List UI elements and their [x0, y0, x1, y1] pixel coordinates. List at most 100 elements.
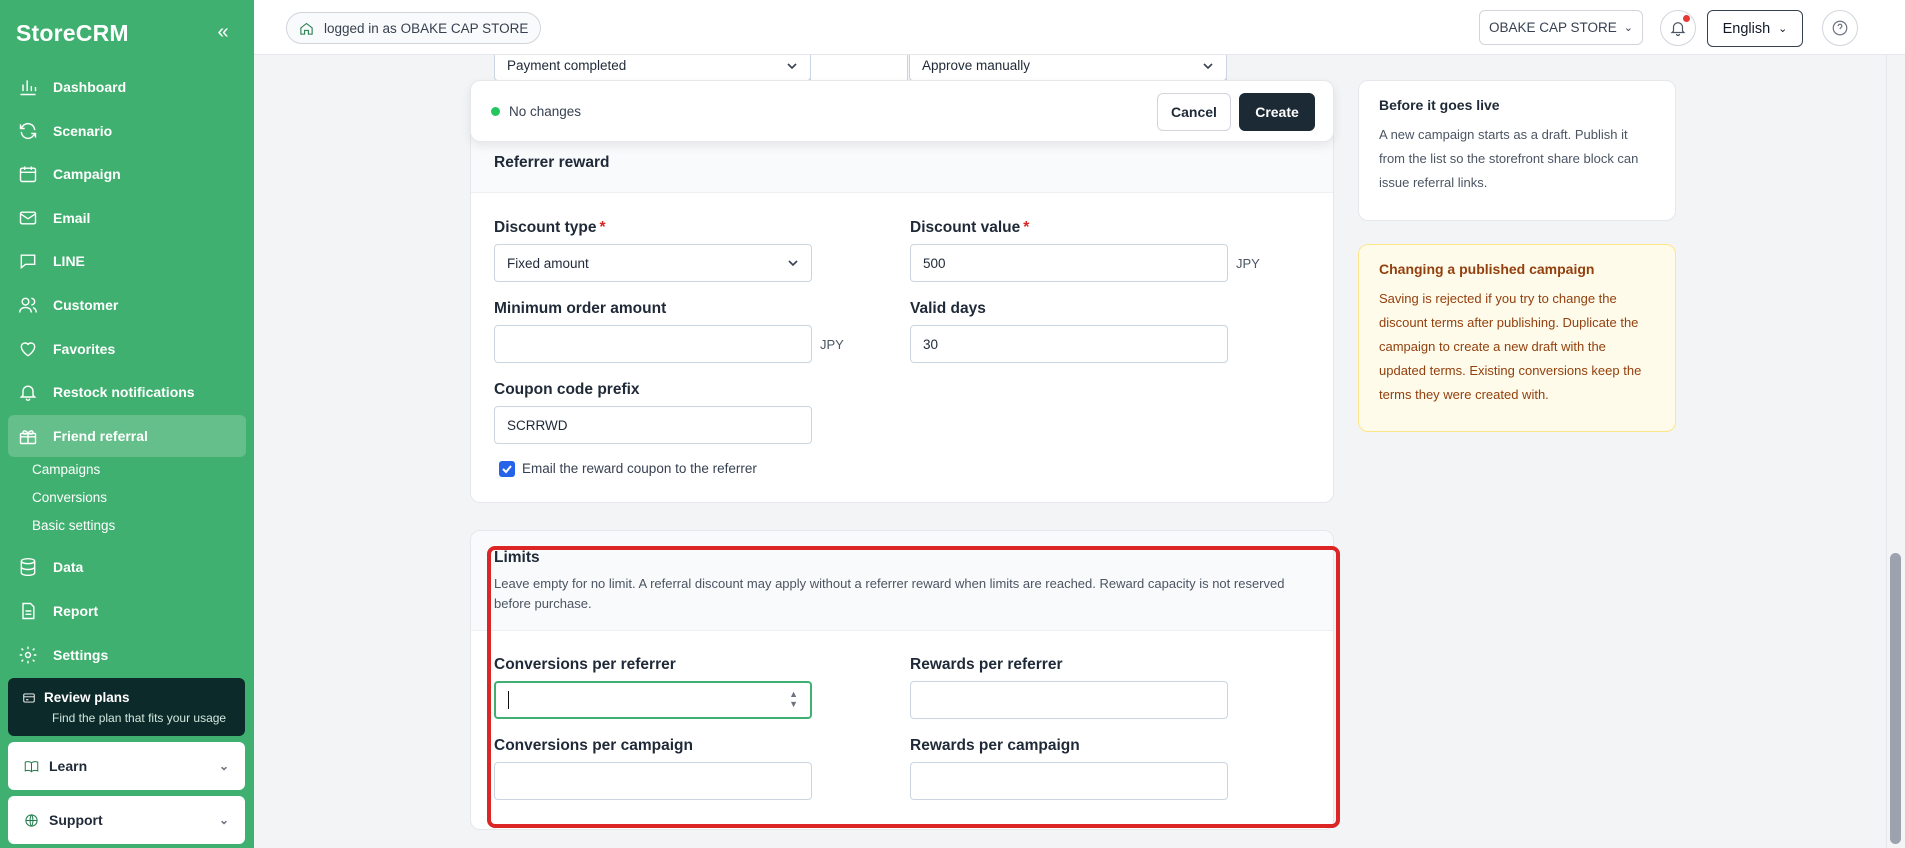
subnav-item-conversions[interactable]: Conversions [32, 484, 246, 512]
email-reward-checkbox-label[interactable]: Email the reward coupon to the referrer [522, 461, 757, 476]
coupon-prefix-input[interactable]: SCRRWD [494, 406, 812, 444]
sidebar-item-scenario[interactable]: Scenario [8, 110, 246, 152]
login-status-pill: logged in as OBAKE CAP STORE [286, 12, 542, 44]
plan-card-icon [23, 692, 35, 703]
review-plans-card[interactable]: Review plans Find the plan that fits you… [8, 678, 245, 736]
users-icon [18, 295, 38, 315]
discount-value-label-text: Discount value [910, 219, 1021, 236]
chevron-down-icon: ⌄ [1778, 23, 1788, 35]
learn-accordion[interactable]: Learn ⌄ [8, 742, 245, 790]
conv-per-referrer-input[interactable]: ▲ ▼ [494, 681, 812, 719]
required-marker: * [1023, 219, 1030, 236]
discount-type-label: Discount type * [494, 219, 606, 237]
before-live-card: Before it goes live A new campaign start… [1358, 80, 1676, 221]
gift-icon [18, 426, 38, 446]
conv-per-campaign-input[interactable] [494, 762, 812, 800]
approval-select[interactable]: Approve manually [909, 51, 1227, 81]
sidebar-item-report[interactable]: Report [8, 590, 246, 632]
support-accordion[interactable]: Support ⌄ [8, 796, 245, 844]
change-status: No changes [491, 104, 581, 119]
trigger-select-value: Payment completed [507, 58, 627, 73]
trigger-select[interactable]: Payment completed [494, 51, 811, 81]
published-warning-title: Changing a published campaign [1379, 261, 1595, 277]
rewards-per-referrer-input[interactable] [910, 681, 1228, 719]
discount-type-select[interactable]: Fixed amount [494, 244, 812, 282]
discount-type-label-text: Discount type [494, 219, 597, 236]
learn-label: Learn [49, 758, 88, 774]
sidebar-item-restock-notifications[interactable]: Restock notifications [8, 371, 246, 413]
book-icon [24, 760, 39, 772]
number-stepper[interactable]: ▲ ▼ [789, 689, 798, 709]
chevron-down-icon [1203, 63, 1213, 70]
sidebar-item-dashboard[interactable]: Dashboard [8, 66, 246, 108]
help-button[interactable] [1822, 10, 1858, 46]
bell-icon [18, 382, 38, 402]
chat-icon [18, 251, 38, 271]
subnav-item-campaigns[interactable]: Campaigns [32, 456, 246, 484]
login-text: logged in as [324, 20, 397, 36]
home-icon [300, 22, 313, 35]
chevron-down-icon [788, 260, 798, 267]
refresh-icon [18, 121, 38, 141]
sidebar-item-label: Restock notifications [53, 384, 195, 401]
collapse-sidebar-button[interactable]: « [214, 22, 232, 44]
heart-icon [18, 339, 38, 359]
sidebar-item-label: Email [53, 209, 91, 226]
sidebar-item-favorites[interactable]: Favorites [8, 328, 246, 370]
support-label: Support [49, 812, 103, 828]
divider [1226, 51, 1227, 81]
discount-value-input[interactable]: 500 [910, 244, 1228, 282]
create-button[interactable]: Create [1239, 93, 1315, 131]
cancel-button[interactable]: Cancel [1157, 93, 1231, 131]
checkmark-icon [502, 465, 512, 474]
sidebar-item-friend-referral[interactable]: Friend referral [8, 414, 246, 457]
review-plans-title: Review plans [44, 690, 130, 705]
limits-header: Limits Leave empty for no limit. A refer… [471, 531, 1333, 631]
mail-icon [18, 208, 38, 228]
valid-days-label: Valid days [910, 300, 986, 317]
conv-per-campaign-label: Conversions per campaign [494, 737, 693, 754]
status-dot [491, 107, 500, 116]
subnav-item-basic-settings[interactable]: Basic settings [32, 512, 246, 540]
login-store-name: OBAKE CAP STORE [400, 20, 529, 36]
rewards-per-campaign-input[interactable] [910, 762, 1228, 800]
scrollbar-thumb[interactable] [1890, 553, 1901, 844]
store-selector-label: OBAKE CAP STORE [1488, 20, 1617, 35]
sidebar-item-label: Dashboard [53, 79, 127, 95]
sidebar-item-line[interactable]: LINE [8, 240, 246, 282]
sidebar-item-email[interactable]: Email [8, 197, 246, 239]
published-warning-text: Saving is rejected if you try to change … [1379, 291, 1642, 402]
sidebar-item-label: Campaign [53, 166, 121, 183]
sidebar-item-data[interactable]: Data [8, 546, 246, 588]
store-selector[interactable]: OBAKE CAP STORE ⌄ [1479, 10, 1643, 45]
gear-icon [18, 645, 38, 665]
top-bar: logged in as OBAKE CAP STORE OBAKE CAP S… [254, 0, 1905, 55]
review-plans-subtitle: Find the plan that fits your usage [52, 711, 227, 725]
published-warning-card: Changing a published campaign Saving is … [1358, 244, 1676, 432]
chevron-down-icon [787, 63, 797, 70]
discount-type-value: Fixed amount [507, 255, 589, 271]
sidebar-item-campaign[interactable]: Campaign [8, 153, 246, 195]
valid-days-input[interactable]: 30 [910, 325, 1228, 363]
language-selector[interactable]: English ⌄ [1707, 10, 1803, 47]
sidebar-item-label: LINE [53, 253, 85, 270]
email-reward-checkbox[interactable] [499, 461, 515, 477]
language-label: English [1722, 20, 1771, 37]
before-live-text: A new campaign starts as a draft. Publis… [1379, 127, 1639, 190]
sidebar-item-label: Scenario [53, 122, 113, 139]
discount-unit: JPY [1236, 256, 1260, 271]
min-order-unit: JPY [820, 337, 844, 352]
sidebar-item-customer[interactable]: Customer [8, 284, 246, 326]
limits-description: Leave empty for no limit. A referral dis… [494, 576, 1285, 611]
sidebar-item-settings[interactable]: Settings [8, 634, 246, 676]
min-order-input[interactable] [494, 325, 812, 363]
globe-icon [25, 813, 38, 827]
required-marker: * [599, 219, 606, 236]
approval-select-value: Approve manually [922, 58, 1031, 73]
calendar-icon [18, 164, 38, 184]
referrer-reward-card: Referrer reward Discount type * Fixed amo… [470, 120, 1334, 503]
notifications-button[interactable] [1660, 10, 1696, 46]
sidebar-nav: Dashboard Scenario Campaign Email LINE C… [8, 66, 246, 677]
coupon-prefix-value: SCRRWD [507, 417, 568, 433]
partial-input[interactable] [810, 51, 908, 81]
